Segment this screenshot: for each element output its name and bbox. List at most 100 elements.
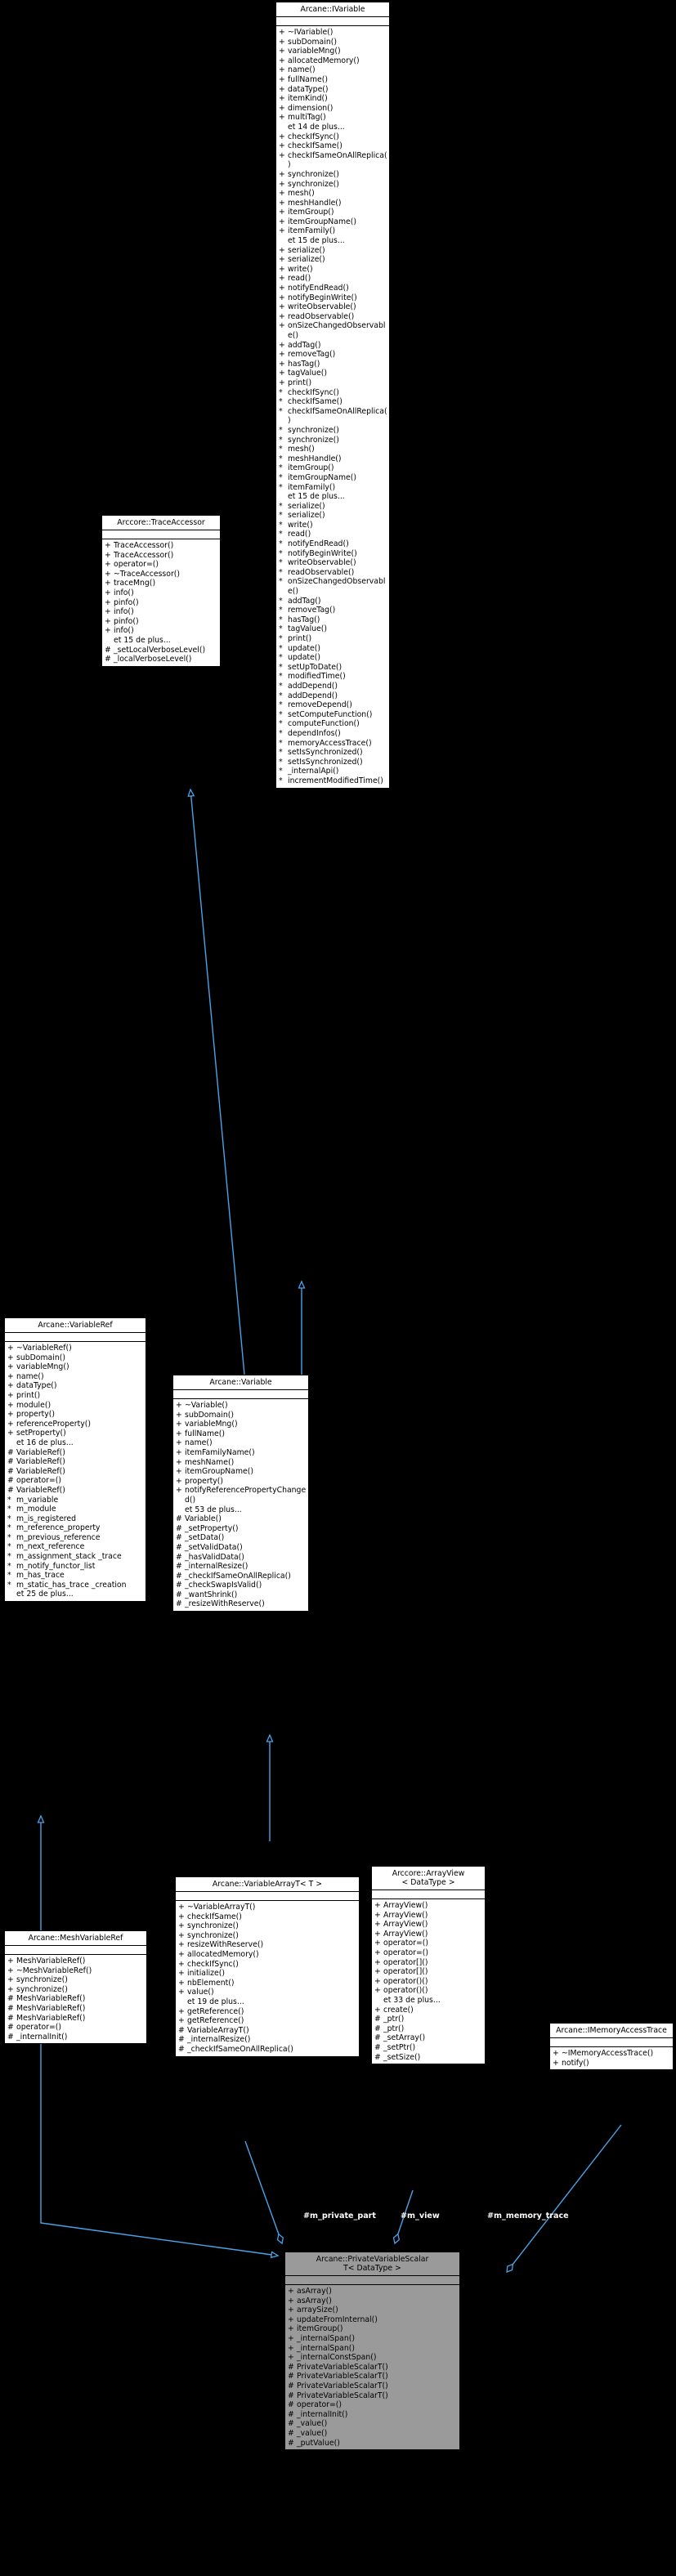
class-member: + MeshVariableRef() (5, 1957, 146, 1966)
class-member: + name() (5, 1372, 145, 1382)
member-name: info() (114, 626, 134, 636)
class-member: + checkIfSync() (276, 132, 389, 142)
member-name: et 33 de plus... (383, 1995, 441, 2005)
class-node-arrayview[interactable]: Arccore::ArrayView < DataType > + ArrayVi… (371, 1866, 486, 2065)
member-visibility: + (288, 2287, 294, 2296)
class-member: + itemGroup() (285, 2324, 459, 2334)
class-member: * update() (276, 653, 389, 663)
member-name: hasTag() (288, 359, 320, 369)
member-name: addTag() (288, 596, 321, 606)
member-name: subDomain() (288, 37, 337, 47)
class-member: # _setPtr() (372, 2043, 485, 2053)
class-member: + operator=() (372, 1939, 485, 1948)
member-visibility: + (279, 226, 285, 236)
class-member: # _value() (285, 2419, 459, 2429)
member-name: Variable() (185, 1514, 222, 1524)
member-visibility: + (279, 208, 285, 217)
member-visibility: # (105, 655, 111, 664)
class-member: + synchronize() (176, 1931, 359, 1941)
member-name: variableMng() (288, 47, 341, 56)
class-member: * readObservable() (276, 568, 389, 578)
member-name: property() (185, 1476, 224, 1486)
class-member: # _ptr() (372, 2015, 485, 2024)
class-member: + mesh() (276, 189, 389, 199)
member-visibility: + (288, 2305, 294, 2315)
member-name: ~VariableArrayT() (187, 1903, 256, 1912)
member-visibility: + (279, 217, 285, 226)
member-visibility: + (178, 1978, 185, 1988)
member-name: property() (16, 1410, 56, 1420)
member-visibility: + (7, 1966, 14, 1975)
member-name: _internalSpan() (297, 2333, 355, 2343)
member-name: itemGroupName() (288, 217, 356, 226)
member-name: checkIfSameOnAllReplica() (288, 150, 387, 170)
class-member: + checkIfSameOnAllReplica() (276, 151, 389, 170)
class-member: # operator=() (5, 2023, 146, 2033)
member-visibility: # (288, 2362, 294, 2372)
member-visibility: * (279, 748, 283, 758)
member-visibility: # (176, 1571, 182, 1581)
member-visibility: + (279, 179, 285, 189)
class-member: + ~TraceAccessor() (102, 570, 220, 579)
class-member: * checkIfSync() (276, 388, 389, 398)
class-member: + ArrayView() (372, 1901, 485, 1911)
methods-compartment: + ~IMemoryAccessTrace() + notify() (550, 2047, 673, 2069)
class-member: + synchronize() (5, 1975, 146, 1985)
member-visibility: * (7, 1561, 11, 1571)
member-name: removeDepend() (288, 700, 352, 710)
class-member: * checkIfSame() (276, 397, 389, 407)
member-name: PrivateVariableScalarT() (297, 2381, 388, 2390)
member-name: _localVerboseLevel() (114, 655, 192, 664)
member-name: name() (185, 1438, 213, 1448)
member-name: _value() (297, 2419, 328, 2429)
class-node-variablearrayt[interactable]: Arcane::VariableArrayT< T > + ~VariableAr… (175, 1876, 360, 2057)
member-visibility: # (374, 2052, 381, 2062)
class-title: Arcane::IVariable (276, 2, 389, 17)
class-member: * _internalApi() (276, 767, 389, 776)
member-name: _checkSwapIsValid() (185, 1581, 262, 1590)
member-visibility: + (279, 113, 285, 123)
member-visibility: * (279, 501, 283, 511)
member-visibility: + (176, 1429, 182, 1438)
class-node-traceaccessor[interactable]: Arccore::TraceAccessor + TraceAccessor() +… (101, 515, 221, 667)
methods-compartment: + MeshVariableRef() + ~MeshVariableRef() + sy… (5, 1955, 146, 2043)
member-name: _setLocalVerboseLevel() (114, 645, 206, 655)
class-node-variable[interactable]: Arcane::Variable + ~Variable() + subDomain(… (172, 1375, 309, 1612)
member-visibility: + (279, 255, 285, 265)
member-visibility: # (176, 1581, 182, 1590)
class-member: * itemFamily() (276, 483, 389, 493)
member-visibility: + (105, 541, 111, 550)
class-member: + fullName() (276, 75, 389, 85)
member-visibility: + (374, 1948, 381, 1957)
member-visibility: + (105, 597, 111, 607)
member-name: operator()() (383, 1976, 428, 1986)
member-visibility: # (374, 2042, 381, 2052)
class-member: et 15 de plus... (102, 636, 220, 646)
member-visibility: + (288, 2333, 294, 2343)
class-node-variableref[interactable]: Arcane::VariableRef + ~VariableRef() + subD… (4, 1317, 146, 1603)
member-name: synchronize() (288, 425, 339, 435)
class-member: + resizeWithReserve() (176, 1940, 359, 1950)
class-member: + ArrayView() (372, 1930, 485, 1939)
member-visibility: + (7, 1957, 14, 1966)
member-name: m_assignment_stack _trace (16, 1552, 122, 1562)
class-node-meshvariableref[interactable]: Arcane::MeshVariableRef + MeshVariableRef… (4, 1930, 147, 2045)
class-member: et 15 de plus... (276, 236, 389, 246)
class-node-imemoryaccesstrace[interactable]: Arcane::IMemoryAccessTrace + ~IMemoryAcce… (549, 2023, 674, 2071)
class-member: + TraceAccessor() (102, 551, 220, 561)
class-member: # VariableRef() (5, 1448, 145, 1458)
member-visibility: * (279, 700, 283, 710)
member-visibility: # (288, 2390, 294, 2400)
member-visibility: + (279, 74, 285, 84)
member-visibility: # (7, 1466, 14, 1476)
class-node-privatevariablescalart[interactable]: Arcane::PrivateVariableScalar T< DataTyp… (284, 2252, 460, 2451)
attributes-compartment (276, 17, 389, 26)
member-visibility: * (279, 406, 283, 416)
class-member: # _checkIfSameOnAllReplica() (176, 2045, 359, 2055)
member-name: _checkIfSameOnAllReplica() (187, 2044, 293, 2054)
member-name: itemFamilyName() (185, 1447, 255, 1457)
member-name: incrementModifiedTime() (288, 776, 383, 785)
attributes-compartment (285, 2276, 459, 2285)
member-visibility: * (279, 776, 283, 785)
class-node-ivariable[interactable]: Arcane::IVariable + ~IVariable() + subDomai… (275, 2, 390, 789)
